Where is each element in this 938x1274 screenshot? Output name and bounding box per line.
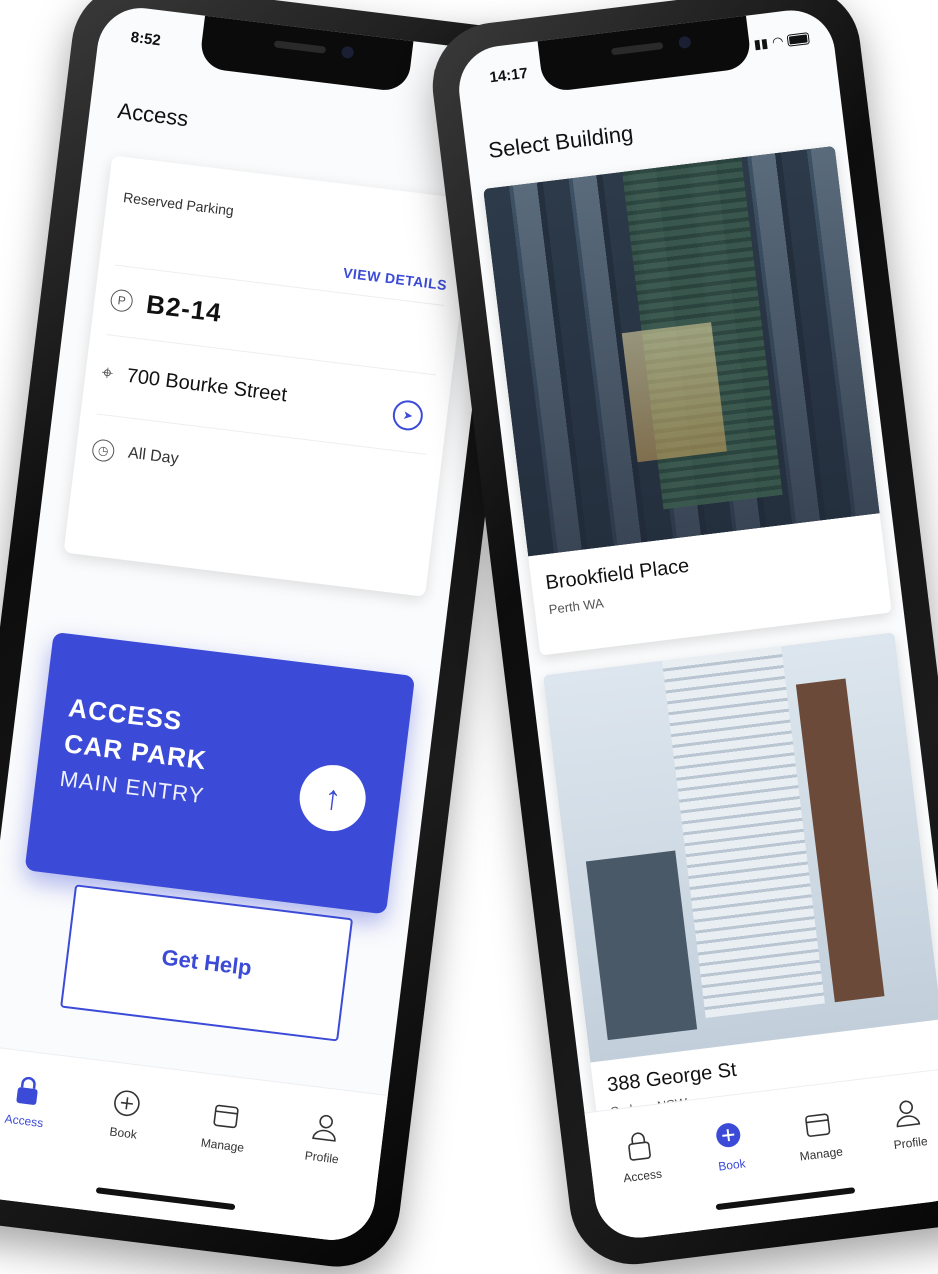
- speaker: [610, 42, 664, 56]
- access-screen: 8:52 ▮▮ ◠ Access Reserved Parking VIEW D…: [0, 3, 516, 1245]
- plus-circle-icon: [709, 1116, 747, 1154]
- tab-book[interactable]: Book: [687, 1113, 773, 1176]
- view-details-link[interactable]: VIEW DETAILS: [342, 265, 448, 294]
- tab-profile[interactable]: Profile: [865, 1092, 938, 1155]
- tab-profile-label: Profile: [892, 1134, 929, 1153]
- tab-book-label: Book: [108, 1124, 138, 1142]
- tab-access[interactable]: Access: [597, 1124, 683, 1187]
- status-time: 14:17: [488, 64, 529, 87]
- tab-book[interactable]: Book: [83, 1082, 169, 1145]
- tab-profile-label: Profile: [304, 1148, 340, 1167]
- tab-book-label: Book: [717, 1156, 747, 1174]
- building-card-brookfield[interactable]: Brookfield Place Perth WA: [483, 145, 892, 656]
- calendar-icon: [207, 1097, 245, 1135]
- tab-access[interactable]: Access: [0, 1069, 69, 1132]
- tab-profile[interactable]: Profile: [281, 1106, 367, 1169]
- home-indicator[interactable]: [715, 1187, 856, 1211]
- lock-icon: [9, 1072, 47, 1110]
- calendar-icon: [799, 1105, 837, 1143]
- navigate-button[interactable]: ➤: [391, 398, 425, 433]
- status-icons: ▮▮ ◠: [753, 30, 810, 53]
- location-pin-icon: ⌖: [100, 361, 115, 385]
- notch: [537, 13, 753, 93]
- select-building-screen: 14:17 ▮▮ ◠ Select Building Brookfield Pl…: [454, 5, 938, 1243]
- camera: [340, 45, 355, 60]
- address: 700 Bourke Street: [125, 364, 289, 406]
- person-icon: [888, 1094, 926, 1132]
- bay-number: B2-14: [144, 288, 224, 328]
- phone-right: 14:17 ▮▮ ◠ Select Building Brookfield Pl…: [425, 0, 938, 1272]
- tab-bar: Access Book Manage Profile: [0, 1044, 388, 1245]
- plus-circle-icon: [108, 1084, 146, 1122]
- hours: All Day: [127, 444, 180, 468]
- reservation-card: Reserved Parking VIEW DETAILS P B2-14 ⌖ …: [63, 155, 474, 597]
- building-card-george[interactable]: 388 George St Sydney NSW: [542, 632, 938, 1152]
- access-car-park-button[interactable]: ACCESS CAR PARK MAIN ENTRY ↑: [24, 631, 416, 915]
- building-photo: [542, 632, 938, 1063]
- signal-icon: ▮▮: [752, 35, 770, 52]
- clock-icon: ◷: [91, 438, 116, 463]
- notch: [198, 13, 414, 93]
- camera: [678, 35, 692, 50]
- tab-manage[interactable]: Manage: [776, 1102, 862, 1165]
- speaker: [273, 40, 327, 54]
- building-photo-lights: [621, 322, 727, 463]
- lock-icon: [620, 1127, 658, 1165]
- person-icon: [306, 1109, 344, 1147]
- building-photo: [483, 145, 880, 557]
- wifi-icon: ◠: [771, 33, 785, 50]
- status-time: 8:52: [129, 28, 162, 50]
- battery-icon: [786, 32, 810, 47]
- tab-manage-label: Manage: [798, 1144, 844, 1164]
- building-city: Perth WA: [547, 595, 605, 618]
- tab-access-label: Access: [3, 1111, 45, 1131]
- get-help-button[interactable]: Get Help: [60, 884, 354, 1042]
- arrow-up-icon[interactable]: ↑: [295, 761, 370, 835]
- tab-access-label: Access: [622, 1166, 663, 1186]
- building-name: Brookfield Place: [544, 554, 691, 595]
- tab-manage-label: Manage: [200, 1135, 245, 1155]
- parking-icon: P: [109, 288, 134, 313]
- reservation-label: Reserved Parking: [122, 189, 235, 219]
- page-title: Select Building: [486, 120, 635, 163]
- home-indicator[interactable]: [95, 1187, 236, 1211]
- tab-manage[interactable]: Manage: [182, 1094, 268, 1157]
- building-photo-left: [585, 850, 698, 1041]
- page-title: Access: [116, 97, 190, 132]
- building-name: 388 George St: [605, 1058, 738, 1097]
